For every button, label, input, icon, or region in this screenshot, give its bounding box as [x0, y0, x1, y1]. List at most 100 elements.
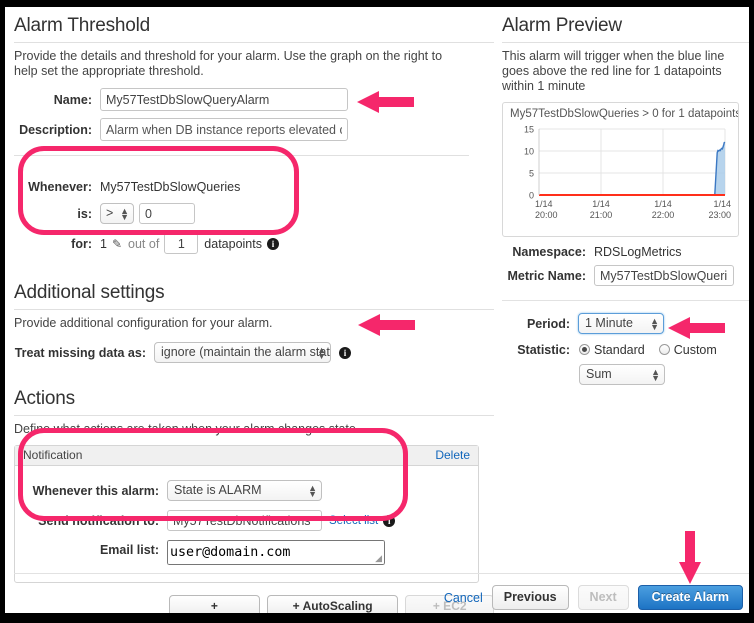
- actions-blurb: Define what actions are taken when your …: [14, 422, 360, 436]
- for-row: for: 1 ✎ out of datapoints i: [14, 233, 494, 254]
- chevron-updown-icon: ▲ ▼: [120, 205, 129, 222]
- next-button: Next: [577, 585, 629, 610]
- datapoints-input[interactable]: [164, 233, 199, 254]
- chevron-updown-icon: ▲ ▼: [651, 366, 660, 383]
- statistic-standard-radio[interactable]: Standard: [579, 343, 645, 357]
- whenever-this-alarm-row: Whenever this alarm: State is ALARM ▲ ▼: [23, 480, 470, 501]
- alarm-preview-chart-card: My57TestDbSlowQueries > 0 for 1 datapoin…: [502, 102, 739, 237]
- svg-text:21:00: 21:00: [590, 210, 613, 220]
- additional-settings-blurb: Provide additional configuration for you…: [14, 316, 273, 330]
- whenever-metric-value: My57TestDbSlowQueries: [100, 180, 241, 194]
- alarm-state-select[interactable]: State is ALARM ▲ ▼: [167, 480, 322, 501]
- chevron-updown-icon: ▲ ▼: [308, 482, 317, 499]
- add-autoscaling-action-button[interactable]: + AutoScaling Action: [266, 595, 399, 613]
- svg-text:1/14: 1/14: [592, 199, 610, 209]
- pencil-icon[interactable]: ✎: [112, 237, 122, 251]
- left-column: Alarm Threshold Provide the details and …: [14, 7, 494, 613]
- alarm-preview-heading: Alarm Preview: [502, 15, 622, 36]
- out-of-label: out of: [128, 236, 160, 251]
- add-notification-button[interactable]: + Notification: [169, 595, 260, 613]
- wizard-footer: Cancel Previous Next Create Alarm: [444, 585, 743, 610]
- create-alarm-button[interactable]: Create Alarm: [637, 585, 743, 610]
- send-notification-label: Send notification to:: [38, 513, 159, 528]
- name-label: Name:: [53, 92, 92, 107]
- select-list-link[interactable]: Select list: [329, 515, 378, 527]
- divider: [502, 300, 749, 301]
- statistic-row: Statistic: Standard Custom: [502, 343, 749, 357]
- email-list-textarea[interactable]: user@domain.com: [167, 540, 385, 565]
- period-value: 1 Minute: [585, 316, 633, 330]
- cloudwatch-create-alarm-screen: Alarm Threshold Provide the details and …: [5, 7, 749, 613]
- threshold-value-input[interactable]: [139, 203, 195, 224]
- email-list-label: Email list:: [99, 543, 159, 557]
- period-label: Period:: [526, 316, 570, 331]
- svg-text:5: 5: [529, 169, 534, 179]
- create-alarm-arrow: [679, 531, 701, 584]
- additional-settings-heading: Additional settings: [14, 282, 165, 303]
- description-label: Description:: [19, 122, 92, 137]
- condition-group: Whenever: My57TestDbSlowQueries is: > ▲ ▼…: [14, 172, 494, 258]
- alarm-description-input[interactable]: [100, 118, 348, 141]
- whenever-this-alarm-label: Whenever this alarm:: [32, 483, 159, 498]
- chevron-updown-icon: ▲ ▼: [317, 344, 326, 361]
- notification-panel-header: Notification Delete: [15, 446, 478, 466]
- cancel-link[interactable]: Cancel: [444, 591, 483, 605]
- info-icon[interactable]: i: [266, 237, 279, 250]
- statistic-value: Sum: [586, 367, 612, 381]
- statistic-select-row: Sum ▲ ▼: [502, 364, 749, 385]
- period-arrow: [668, 317, 725, 339]
- footer-divider: [14, 573, 749, 574]
- datapoints-label: datapoints: [204, 236, 262, 251]
- svg-text:1/14: 1/14: [654, 199, 672, 209]
- treat-missing-data-value: ignore (maintain the alarm state): [161, 345, 331, 359]
- statistic-select[interactable]: Sum ▲ ▼: [579, 364, 665, 385]
- description-row: Description:: [14, 118, 494, 141]
- radio-on-icon: [579, 344, 590, 355]
- period-select[interactable]: 1 Minute ▲ ▼: [578, 313, 664, 334]
- statistic-custom-radio[interactable]: Custom: [658, 343, 717, 357]
- resize-handle-icon[interactable]: ◢: [375, 553, 382, 564]
- metric-metadata: Namespace: RDSLogMetrics Metric Name:: [502, 245, 749, 286]
- statistic-custom-label: Custom: [673, 343, 717, 357]
- svg-text:22:00: 22:00: [652, 210, 675, 220]
- alarm-name-input[interactable]: [100, 88, 348, 111]
- namespace-row: Namespace: RDSLogMetrics: [502, 245, 749, 259]
- for-count-value: 1: [100, 236, 107, 251]
- for-label: for:: [71, 236, 92, 251]
- name-field-arrow: [357, 91, 414, 113]
- svg-text:10: 10: [524, 147, 534, 157]
- notification-panel-title: Notification: [23, 448, 83, 462]
- svg-text:15: 15: [524, 125, 534, 135]
- divider: [14, 155, 469, 156]
- metric-name-label: Metric Name:: [507, 268, 587, 283]
- notification-panel-body: Whenever this alarm: State is ALARM ▲ ▼ S…: [15, 466, 478, 582]
- is-row: is: > ▲ ▼: [14, 203, 494, 224]
- operator-select[interactable]: > ▲ ▼: [100, 203, 134, 224]
- operator-value: >: [106, 206, 114, 220]
- svg-text:1/14: 1/14: [535, 199, 553, 209]
- treat-missing-data-label: Treat missing data as:: [14, 345, 146, 360]
- info-icon[interactable]: i: [339, 346, 351, 359]
- treat-missing-data-select[interactable]: ignore (maintain the alarm state) ▲ ▼: [154, 342, 331, 363]
- previous-button[interactable]: Previous: [491, 585, 569, 610]
- statistic-label: Statistic:: [517, 343, 570, 357]
- alarm-threshold-heading: Alarm Threshold: [14, 15, 151, 36]
- svg-text:23:00: 23:00: [708, 210, 731, 220]
- treat-missing-data-row: Treat missing data as: ignore (maintain …: [14, 342, 494, 363]
- metric-name-row: Metric Name:: [502, 265, 749, 286]
- delete-notification-link[interactable]: Delete: [435, 446, 470, 465]
- metric-name-input[interactable]: [594, 265, 734, 286]
- statistic-standard-label: Standard: [594, 343, 645, 357]
- radio-off-icon: [658, 344, 670, 355]
- alarm-threshold-blurb: Provide the details and threshold for yo…: [14, 49, 443, 78]
- missing-data-arrow: [358, 314, 415, 336]
- name-row: Name:: [14, 88, 494, 111]
- whenever-row: Whenever: My57TestDbSlowQueries: [14, 180, 494, 194]
- add-action-buttons: + Notification + AutoScaling Action + EC…: [14, 595, 494, 613]
- alarm-state-value: State is ALARM: [174, 483, 262, 497]
- is-label: is:: [77, 206, 92, 221]
- chevron-updown-icon: ▲ ▼: [650, 315, 659, 332]
- notification-topic-input[interactable]: [167, 510, 322, 531]
- info-icon[interactable]: i: [383, 514, 396, 527]
- actions-heading: Actions: [14, 388, 75, 409]
